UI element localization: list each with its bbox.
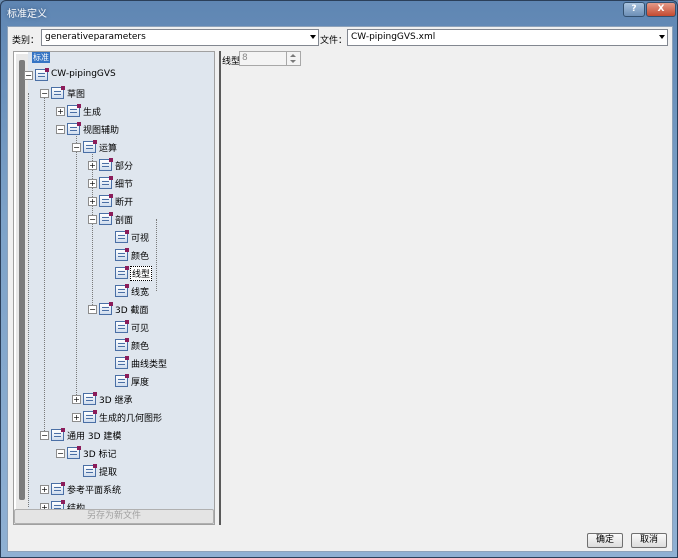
tree-node-label: 3D 截面 (115, 306, 149, 316)
tree-panel: 标准 − CW-pipingGVS − 草图 + 生成 − 视图辅助 − 运算 + 部分 + 细节 + 断开 −… (13, 51, 215, 525)
title-bar[interactable]: 标准定义 ? X (1, 1, 677, 21)
tree-node-label: 视图辅助 (83, 126, 120, 136)
tree-connector-line (28, 93, 29, 507)
parameter-folder-icon (67, 446, 81, 459)
tree-node-label: 参考平面系统 (67, 486, 122, 496)
collapse-icon[interactable]: − (40, 89, 49, 98)
tree-node-label: 可见 (131, 324, 150, 334)
spin-up-icon[interactable] (290, 54, 296, 57)
tree-node-label: 运算 (99, 144, 118, 154)
parameter-folder-icon (115, 248, 129, 261)
tree-connector-line (92, 147, 93, 309)
parameter-folder-icon (51, 428, 65, 441)
parameter-folder-icon (51, 86, 65, 99)
ok-button[interactable]: 确定 (587, 533, 623, 548)
tree-node-label: 生成的几何图形 (99, 414, 163, 424)
parameter-folder-icon (99, 212, 113, 225)
tree-node-label: 可视 (131, 234, 150, 244)
close-button[interactable]: X (646, 2, 676, 17)
standards-dialog: 标准定义 ? X 类别： generativeparameters 文件： CW… (0, 0, 678, 558)
collapse-icon[interactable]: − (40, 431, 49, 440)
tree-connector-line (76, 129, 77, 399)
spin-down-icon[interactable] (290, 60, 296, 63)
panel-splitter[interactable] (219, 51, 221, 525)
tree-node-label: 3D 继承 (99, 396, 133, 406)
collapse-icon[interactable]: − (88, 215, 97, 224)
file-select[interactable]: CW-pipingGVS.xml (347, 29, 668, 46)
parameter-label: 线型 (222, 57, 241, 67)
expand-icon[interactable]: + (40, 485, 49, 494)
collapse-icon[interactable]: − (56, 449, 65, 458)
tree-node-label: 颜色 (131, 342, 150, 352)
tree-root-label[interactable]: 标准 (32, 52, 50, 63)
parameter-folder-icon (115, 374, 129, 387)
chevron-down-icon (310, 35, 316, 39)
parameter-folder-icon (35, 68, 49, 81)
spinner-buttons[interactable] (286, 52, 300, 65)
collapse-icon[interactable]: − (56, 125, 65, 134)
collapse-icon[interactable]: − (72, 143, 81, 152)
file-label: 文件： (320, 36, 348, 46)
expand-icon[interactable]: + (72, 395, 81, 404)
help-button[interactable]: ? (623, 2, 645, 17)
tree-node-label: 3D 标记 (83, 450, 117, 460)
parameter-folder-icon (115, 284, 129, 297)
parameter-folder-icon (115, 266, 129, 279)
save-as-new-file-button[interactable]: 另存为新文件 (14, 509, 214, 524)
standards-tree: 标准 − CW-pipingGVS − 草图 + 生成 − 视图辅助 − 运算 + 部分 + 细节 + 断开 −… (14, 52, 214, 524)
parameter-folder-icon (51, 482, 65, 495)
chevron-down-icon (659, 35, 665, 39)
dialog-body: 类别： generativeparameters 文件： CW-pipingGV… (7, 26, 673, 552)
category-value: generativeparameters (45, 32, 146, 42)
parameter-folder-icon (99, 158, 113, 171)
tree-node-label: 剖面 (115, 216, 134, 226)
tree-node-label: 提取 (99, 468, 118, 478)
parameter-folder-icon (115, 356, 129, 369)
collapse-icon[interactable]: − (88, 305, 97, 314)
tree-node-label: 曲线类型 (131, 360, 168, 370)
parameter-folder-icon (115, 320, 129, 333)
tree-node-label: 细节 (115, 180, 134, 190)
tree-node-label: 线宽 (131, 288, 150, 298)
tree-node-label: 生成 (83, 108, 102, 118)
parameter-folder-icon (67, 122, 81, 135)
linetype-value: 8 (242, 53, 248, 63)
cancel-button[interactable]: 取消 (631, 533, 667, 548)
category-select[interactable]: generativeparameters (41, 29, 319, 46)
expand-icon[interactable]: + (56, 107, 65, 116)
tree-node-label: 部分 (115, 162, 134, 172)
parameter-folder-icon (83, 410, 97, 423)
tree-node-label: 颜色 (131, 252, 150, 262)
parameter-folder-icon (67, 104, 81, 117)
category-label: 类别： (12, 36, 40, 46)
expand-icon[interactable]: + (72, 413, 81, 422)
tree-connector-line (44, 93, 45, 435)
parameter-folder-icon (115, 230, 129, 243)
parameter-folder-icon (99, 176, 113, 189)
collapse-icon[interactable]: − (24, 71, 33, 80)
parameter-folder-icon (83, 392, 97, 405)
linetype-spinner[interactable]: 8 (239, 51, 301, 66)
tree-connector-line (156, 219, 157, 291)
parameter-folder-icon (99, 302, 113, 315)
window-title: 标准定义 (7, 9, 47, 20)
tree-node-label: 线型 (130, 266, 153, 281)
parameter-folder-icon (115, 338, 129, 351)
file-value: CW-pipingGVS.xml (351, 32, 436, 42)
tree-node-label: 草图 (67, 90, 86, 100)
parameter-folder-icon (83, 464, 97, 477)
expand-icon[interactable]: + (88, 179, 97, 188)
tree-node-label: 厚度 (131, 378, 150, 388)
parameter-folder-icon (83, 140, 97, 153)
expand-icon[interactable]: + (88, 161, 97, 170)
tree-node-label: 通用 3D 建模 (67, 432, 122, 442)
expand-icon[interactable]: + (88, 197, 97, 206)
tree-node-label: CW-pipingGVS (51, 69, 116, 79)
parameter-folder-icon (99, 194, 113, 207)
tree-node-label: 断开 (115, 198, 134, 208)
